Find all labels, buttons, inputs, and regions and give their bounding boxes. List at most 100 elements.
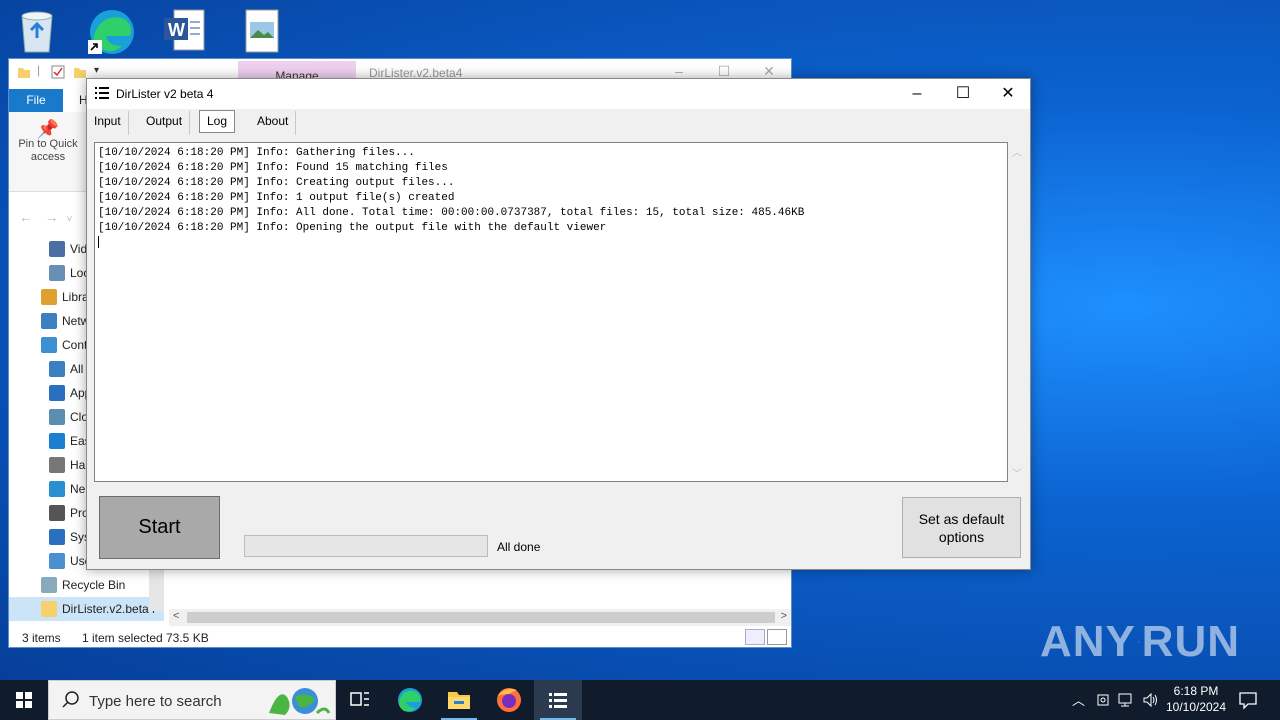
nav-tree-label: Vid	[70, 242, 88, 256]
selection-size: 73.5 KB	[166, 631, 209, 645]
word-document-icon[interactable]: W	[160, 6, 212, 56]
dirlister-icon[interactable]	[534, 680, 582, 720]
control-panel-icon	[41, 337, 57, 353]
videos-icon	[49, 241, 65, 257]
nav-tree-label: Recycle Bin	[62, 578, 126, 592]
horizontal-scrollbar[interactable]: < >	[169, 609, 791, 626]
nav-tree-label: Cont	[62, 338, 88, 352]
recycle-bin-icon	[41, 577, 57, 593]
pin-to-quick-access-button[interactable]: 📌 Pin to Quick access	[13, 119, 83, 164]
libraries-icon	[41, 289, 57, 305]
search-placeholder: Type here to search	[89, 693, 222, 710]
navigation-scrollbar[interactable]	[149, 569, 164, 611]
task-view-icon[interactable]	[336, 680, 384, 720]
nav-tree-item[interactable]: DirLister.v2.beta4	[9, 597, 164, 621]
close-icon[interactable]: ✕	[985, 79, 1031, 109]
windows-start-icon[interactable]	[0, 680, 48, 720]
nav-tree-label: All	[70, 362, 84, 376]
forward-arrow-icon[interactable]: →	[45, 209, 59, 225]
anyrun-watermark: ANY RUN	[1040, 617, 1240, 666]
show-hidden-icons-icon[interactable]: ︿	[1072, 690, 1085, 709]
programs-icon	[49, 505, 65, 521]
network-icon[interactable]	[1118, 692, 1136, 708]
user-accounts-icon	[49, 553, 65, 569]
notifications-icon[interactable]	[1238, 690, 1258, 710]
network-center-icon	[49, 481, 65, 497]
log-textbox[interactable]: [10/10/2024 6:18:20 PM] Info: Gathering …	[94, 142, 1008, 482]
start-button[interactable]: Start	[99, 496, 220, 559]
log-line: [10/10/2024 6:18:20 PM] Info: Gathering …	[98, 147, 415, 159]
ease-of-access-icon	[49, 433, 65, 449]
progress-bar	[244, 535, 488, 557]
taskbar-search[interactable]: Type here to search	[48, 680, 336, 720]
clock-time: 6:18 PM	[1173, 684, 1219, 698]
tab-input[interactable]: Input	[87, 111, 129, 135]
tab-strip: Input Output Log About	[87, 109, 1030, 135]
minimize-icon[interactable]: –	[894, 79, 940, 109]
ribbon-file-tab[interactable]: File	[9, 89, 63, 112]
recycle-bin-icon[interactable]	[12, 6, 64, 56]
edge-icon[interactable]	[386, 680, 434, 720]
properties-icon[interactable]	[51, 65, 65, 79]
nav-tree-label: DirLister.v2.beta4	[62, 602, 156, 616]
item-count: 3 items	[22, 631, 61, 645]
pin-icon: 📌	[36, 119, 60, 139]
volume-icon[interactable]	[1142, 692, 1160, 708]
system-clock[interactable]: 6:18 PM 10/10/2024	[1160, 683, 1232, 715]
clock-icon	[49, 409, 65, 425]
local-disk-icon	[49, 265, 65, 281]
recent-dropdown-icon[interactable]: ˅	[66, 214, 72, 225]
search-icon	[62, 691, 79, 708]
log-line: [10/10/2024 6:18:20 PM] Info: 1 output f…	[98, 192, 455, 204]
hardware-icon	[49, 457, 65, 473]
clock-date: 10/10/2024	[1165, 700, 1227, 714]
dirlister-window: DirLister v2 beta 4 – ☐ ✕ Input Output L…	[86, 78, 1031, 570]
nav-tree-item[interactable]: Recycle Bin	[9, 573, 164, 597]
log-lines: [10/10/2024 6:18:20 PM] Info: Gathering …	[98, 146, 1003, 236]
explorer-status-bar: 3 items 1 item selected 73.5 KB	[9, 627, 791, 649]
selection-count: 1 item selected	[82, 631, 163, 645]
dirlister-app-icon	[95, 87, 109, 99]
search-highlight-icon	[269, 688, 331, 715]
folder-icon	[18, 68, 30, 78]
details-view-icon[interactable]	[745, 629, 765, 645]
tab-log[interactable]: Log	[199, 110, 236, 133]
meet-now-icon[interactable]	[1096, 692, 1112, 708]
nav-tree-label: Libra	[62, 290, 89, 304]
large-icons-view-icon[interactable]	[767, 629, 787, 645]
log-scrollbar[interactable]: ︿ ﹀	[1009, 142, 1026, 482]
scroll-down-icon[interactable]: ﹀	[1012, 465, 1022, 480]
maximize-icon[interactable]: ☐	[940, 79, 986, 109]
back-arrow-icon[interactable]: ←	[19, 209, 33, 225]
folder-icon	[41, 601, 57, 617]
log-line: [10/10/2024 6:18:20 PM] Info: All done. …	[98, 207, 805, 219]
firefox-icon[interactable]	[485, 680, 533, 720]
all-items-icon	[49, 361, 65, 377]
appearance-icon	[49, 385, 65, 401]
quick-access-dropdown-icon[interactable]: ▾	[94, 65, 99, 76]
tab-output[interactable]: Output	[139, 111, 191, 135]
system-icon	[49, 529, 65, 545]
taskbar: Type here to search ︿ 6:18 PM 10/10/2024	[0, 680, 1280, 720]
pin-label: Pin to Quick access	[18, 138, 78, 163]
tab-about[interactable]: About	[250, 111, 297, 135]
set-as-default-options-button[interactable]: Set as default options	[902, 497, 1021, 558]
nav-tree-label: Ne	[70, 482, 86, 496]
network-icon	[41, 313, 57, 329]
log-line: [10/10/2024 6:18:20 PM] Info: Creating o…	[98, 177, 455, 189]
log-line: [10/10/2024 6:18:20 PM] Info: Opening th…	[98, 222, 607, 234]
image-file-icon[interactable]	[238, 6, 290, 56]
svg-text:W: W	[168, 20, 185, 40]
edge-shortcut-icon[interactable]	[86, 6, 138, 56]
log-line: [10/10/2024 6:18:20 PM] Info: Found 15 m…	[98, 162, 448, 174]
text-caret	[98, 236, 99, 248]
scroll-up-icon[interactable]: ︿	[1012, 144, 1022, 159]
new-folder-icon[interactable]	[73, 65, 87, 79]
scrollbar-thumb[interactable]	[187, 612, 775, 623]
scroll-right-icon[interactable]: >	[781, 610, 787, 622]
file-explorer-icon[interactable]	[435, 680, 483, 720]
dirlister-titlebar: DirLister v2 beta 4 – ☐ ✕	[87, 79, 1030, 109]
scroll-left-icon[interactable]: <	[173, 610, 179, 622]
desktop: W ANY RUN | ▾ Manage DirLister.v2.beta4 …	[0, 0, 1280, 680]
navigation-arrows: ← → ˅	[19, 209, 72, 225]
